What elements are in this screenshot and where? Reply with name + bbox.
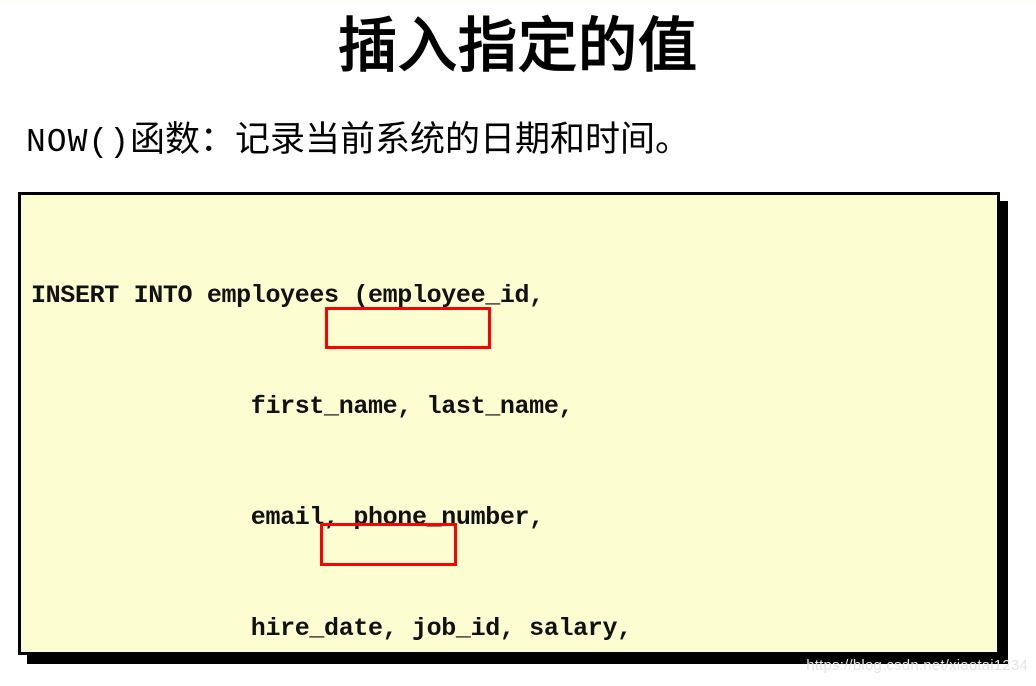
code-line: INSERT INTO employees (employee_id, — [31, 281, 544, 310]
code-line: hire_date, job_id, salary, — [31, 614, 632, 643]
sql-code-lines: INSERT INTO employees (employee_id, firs… — [31, 203, 646, 652]
sql-code-block: INSERT INTO employees (employee_id, firs… — [18, 192, 1000, 655]
subtitle: NOW()函数：记录当前系统的日期和时间。 — [26, 117, 690, 165]
watermark: https://blog.csdn.net/xiaotai1234 — [806, 657, 1028, 674]
code-line: first_name, last_name, — [31, 392, 574, 421]
subtitle-description: 函数：记录当前系统的日期和时间。 — [130, 120, 691, 160]
top-hairline — [0, 0, 1036, 2]
subtitle-function-name: NOW() — [26, 124, 131, 161]
code-line: email, phone_number, — [31, 503, 544, 532]
page-title: 插入指定的值 — [337, 11, 698, 80]
